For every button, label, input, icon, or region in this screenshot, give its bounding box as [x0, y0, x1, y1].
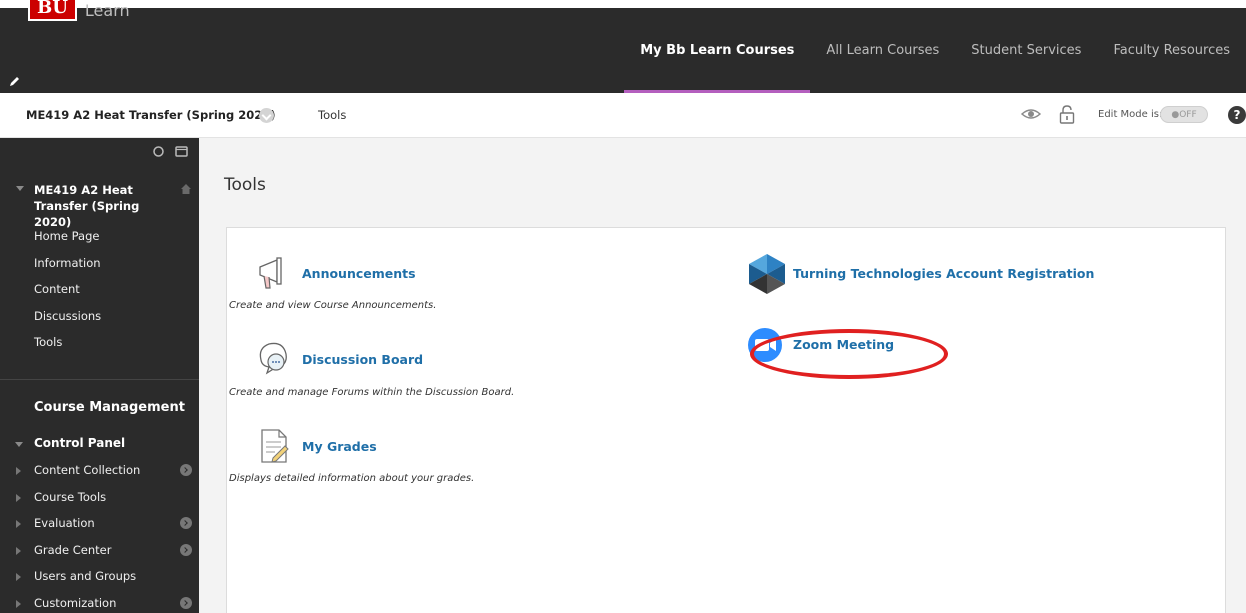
expand-caret-icon[interactable]	[16, 599, 21, 608]
cp-item-label[interactable]: Content Collection	[34, 462, 140, 478]
my-grades-description: Displays detailed information about your…	[229, 473, 475, 484]
main-content: Tools Announcements Create and view Cour…	[199, 138, 1246, 613]
discussion-board-description: Create and manage Forums within the Disc…	[229, 387, 515, 398]
breadcrumb-menu-chevron-icon[interactable]	[259, 108, 274, 123]
edit-mode-label: Edit Mode is:	[1098, 109, 1163, 120]
student-preview-eye-icon[interactable]	[1020, 105, 1042, 123]
sidebar-item-information[interactable]: Information	[34, 254, 101, 281]
cp-item-label[interactable]: Course Tools	[34, 489, 106, 505]
cp-item-customization[interactable]: Customization	[0, 595, 199, 613]
cp-item-course-tools[interactable]: Course Tools	[0, 489, 199, 516]
cp-item-label[interactable]: Evaluation	[34, 515, 95, 531]
grades-document-icon	[261, 429, 289, 463]
cp-item-evaluation[interactable]: Evaluation	[0, 515, 199, 542]
logo-product-name: Learn	[84, 1, 130, 20]
cp-item-users-and-groups[interactable]: Users and Groups	[0, 568, 199, 595]
tab-faculty-resources[interactable]: Faculty Resources	[1097, 8, 1246, 93]
control-panel-list: Content Collection Course Tools Evaluati…	[0, 462, 199, 613]
turning-technologies-link[interactable]: Turning Technologies Account Registratio…	[793, 266, 1094, 281]
expand-caret-icon[interactable]	[16, 546, 21, 555]
sidebar-item-home-page[interactable]: Home Page	[34, 227, 101, 254]
collapse-caret-icon[interactable]	[16, 186, 24, 191]
help-icon[interactable]: ?	[1228, 106, 1246, 124]
sidebar-divider	[0, 379, 199, 380]
expand-caret-icon[interactable]	[16, 493, 21, 502]
cp-item-label[interactable]: Users and Groups	[34, 568, 136, 584]
page-title: Tools	[224, 175, 266, 195]
sidebar-item-content[interactable]: Content	[34, 280, 101, 307]
sidebar-course-links: Home Page Information Content Discussion…	[34, 227, 101, 360]
control-panel-header[interactable]: Control Panel	[0, 436, 199, 456]
turning-technologies-icon	[749, 254, 785, 294]
sidebar-tools	[152, 145, 188, 158]
collapse-caret-icon[interactable]	[15, 442, 23, 447]
logo-mark: BU	[28, 0, 77, 21]
control-panel-label[interactable]: Control Panel	[34, 436, 125, 450]
refresh-icon[interactable]	[152, 145, 165, 158]
discussion-board-link[interactable]: Discussion Board	[302, 352, 423, 367]
expand-caret-icon[interactable]	[16, 573, 21, 581]
sidebar-course-title[interactable]: ME419 A2 Heat Transfer (Spring 2020)	[34, 182, 174, 230]
circle-arrow-icon[interactable]	[180, 464, 192, 476]
my-grades-link[interactable]: My Grades	[302, 439, 377, 454]
circle-arrow-icon[interactable]	[180, 596, 192, 609]
cp-item-content-collection[interactable]: Content Collection	[0, 462, 199, 489]
lock-icon[interactable]	[1059, 105, 1075, 124]
expand-caret-icon[interactable]	[16, 520, 21, 528]
breadcrumb: ME419 A2 Heat Transfer (Spring 2020) Too…	[0, 93, 1246, 138]
speech-bubble-icon	[259, 342, 287, 375]
edit-mode-toggle[interactable]: ● OFF	[1160, 106, 1208, 123]
megaphone-icon	[259, 257, 282, 289]
home-icon	[181, 184, 191, 194]
expand-caret-icon[interactable]	[16, 467, 21, 475]
sidebar-item-discussions[interactable]: Discussions	[34, 307, 101, 334]
breadcrumb-current-page: Tools	[318, 108, 347, 122]
tools-panel: Announcements Create and view Course Ann…	[226, 227, 1226, 613]
tab-my-bb-learn-courses[interactable]: My Bb Learn Courses	[624, 8, 811, 93]
cp-item-grade-center[interactable]: Grade Center	[0, 542, 199, 569]
pencil-icon[interactable]	[8, 74, 22, 88]
edit-mode-value: OFF	[1179, 109, 1197, 120]
announcements-description: Create and view Course Announcements.	[229, 300, 437, 311]
breadcrumb-course[interactable]: ME419 A2 Heat Transfer (Spring 2020)	[26, 108, 276, 122]
tab-student-services[interactable]: Student Services	[955, 8, 1097, 93]
course-management-heading: Course Management	[34, 400, 185, 415]
top-navigation-bar: BU Learn My Bb Learn Courses All Learn C…	[0, 0, 1246, 93]
top-nav-tabs: My Bb Learn Courses All Learn Courses St…	[624, 8, 1246, 93]
cp-item-label[interactable]: Customization	[34, 595, 116, 611]
sidebar-item-tools[interactable]: Tools	[34, 333, 101, 360]
tab-all-learn-courses[interactable]: All Learn Courses	[810, 8, 955, 93]
bu-learn-logo[interactable]: BU Learn	[28, 0, 130, 21]
zoom-highlight-ellipse	[750, 329, 948, 379]
course-menu-sidebar: ME419 A2 Heat Transfer (Spring 2020) Hom…	[0, 138, 199, 613]
circle-arrow-icon[interactable]	[180, 517, 192, 529]
cp-item-label[interactable]: Grade Center	[34, 542, 111, 558]
folder-view-icon[interactable]	[175, 145, 188, 158]
announcements-link[interactable]: Announcements	[302, 266, 416, 281]
circle-arrow-icon[interactable]	[180, 543, 192, 556]
